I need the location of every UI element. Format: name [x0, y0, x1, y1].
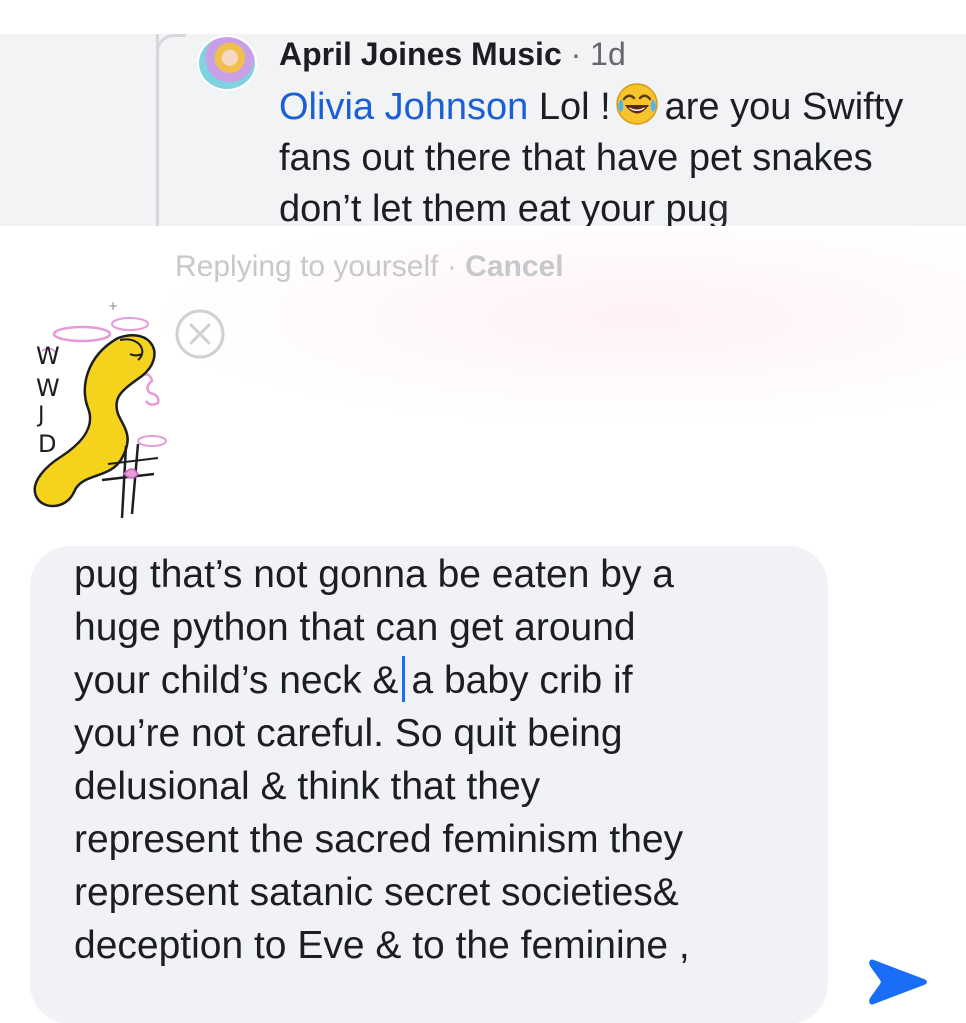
- svg-text:+: +: [108, 299, 118, 313]
- comment-card: April Joines Music · 1d Olivia Johnson L…: [0, 34, 966, 226]
- doodle-letter-d: D: [38, 430, 56, 458]
- screen: April Joines Music · 1d Olivia Johnson L…: [0, 0, 966, 1023]
- replying-label: Replying to yourself: [175, 250, 439, 283]
- comment-header: April Joines Music · 1d: [279, 34, 626, 74]
- comment-timestamp[interactable]: 1d: [590, 36, 626, 72]
- thread-line: [156, 34, 159, 226]
- cancel-reply-button[interactable]: Cancel: [465, 250, 563, 283]
- replying-separator: ·: [446, 250, 457, 283]
- doodle-letter-w1: W: [36, 342, 60, 370]
- text-fade-overlay: [700, 184, 966, 226]
- reply-input-text[interactable]: pug that’s not gonna be eaten by a huge …: [74, 548, 814, 972]
- reply-composer[interactable]: pug that’s not gonna be eaten by a huge …: [30, 546, 828, 1023]
- text-caret: [402, 656, 406, 702]
- doodle-letter-w2: W: [36, 374, 60, 402]
- replying-bar: Replying to yourself · Cancel: [175, 248, 564, 286]
- avatar[interactable]: [197, 35, 257, 91]
- send-icon[interactable]: [866, 950, 930, 1014]
- header-separator: ·: [570, 36, 582, 72]
- face-with-tears-of-joy-icon: [615, 83, 658, 125]
- snake-cross-doodle: W W J D +: [33, 299, 167, 519]
- reply-text-after-caret: a baby crib if you’re not careful. So qu…: [74, 659, 690, 967]
- author-name[interactable]: April Joines Music: [279, 36, 562, 72]
- comment-text-part1: Lol !: [538, 86, 611, 128]
- mention-link[interactable]: Olivia Johnson: [279, 86, 528, 128]
- thread-connector: [156, 34, 186, 56]
- doodle-letter-j: J: [36, 403, 45, 428]
